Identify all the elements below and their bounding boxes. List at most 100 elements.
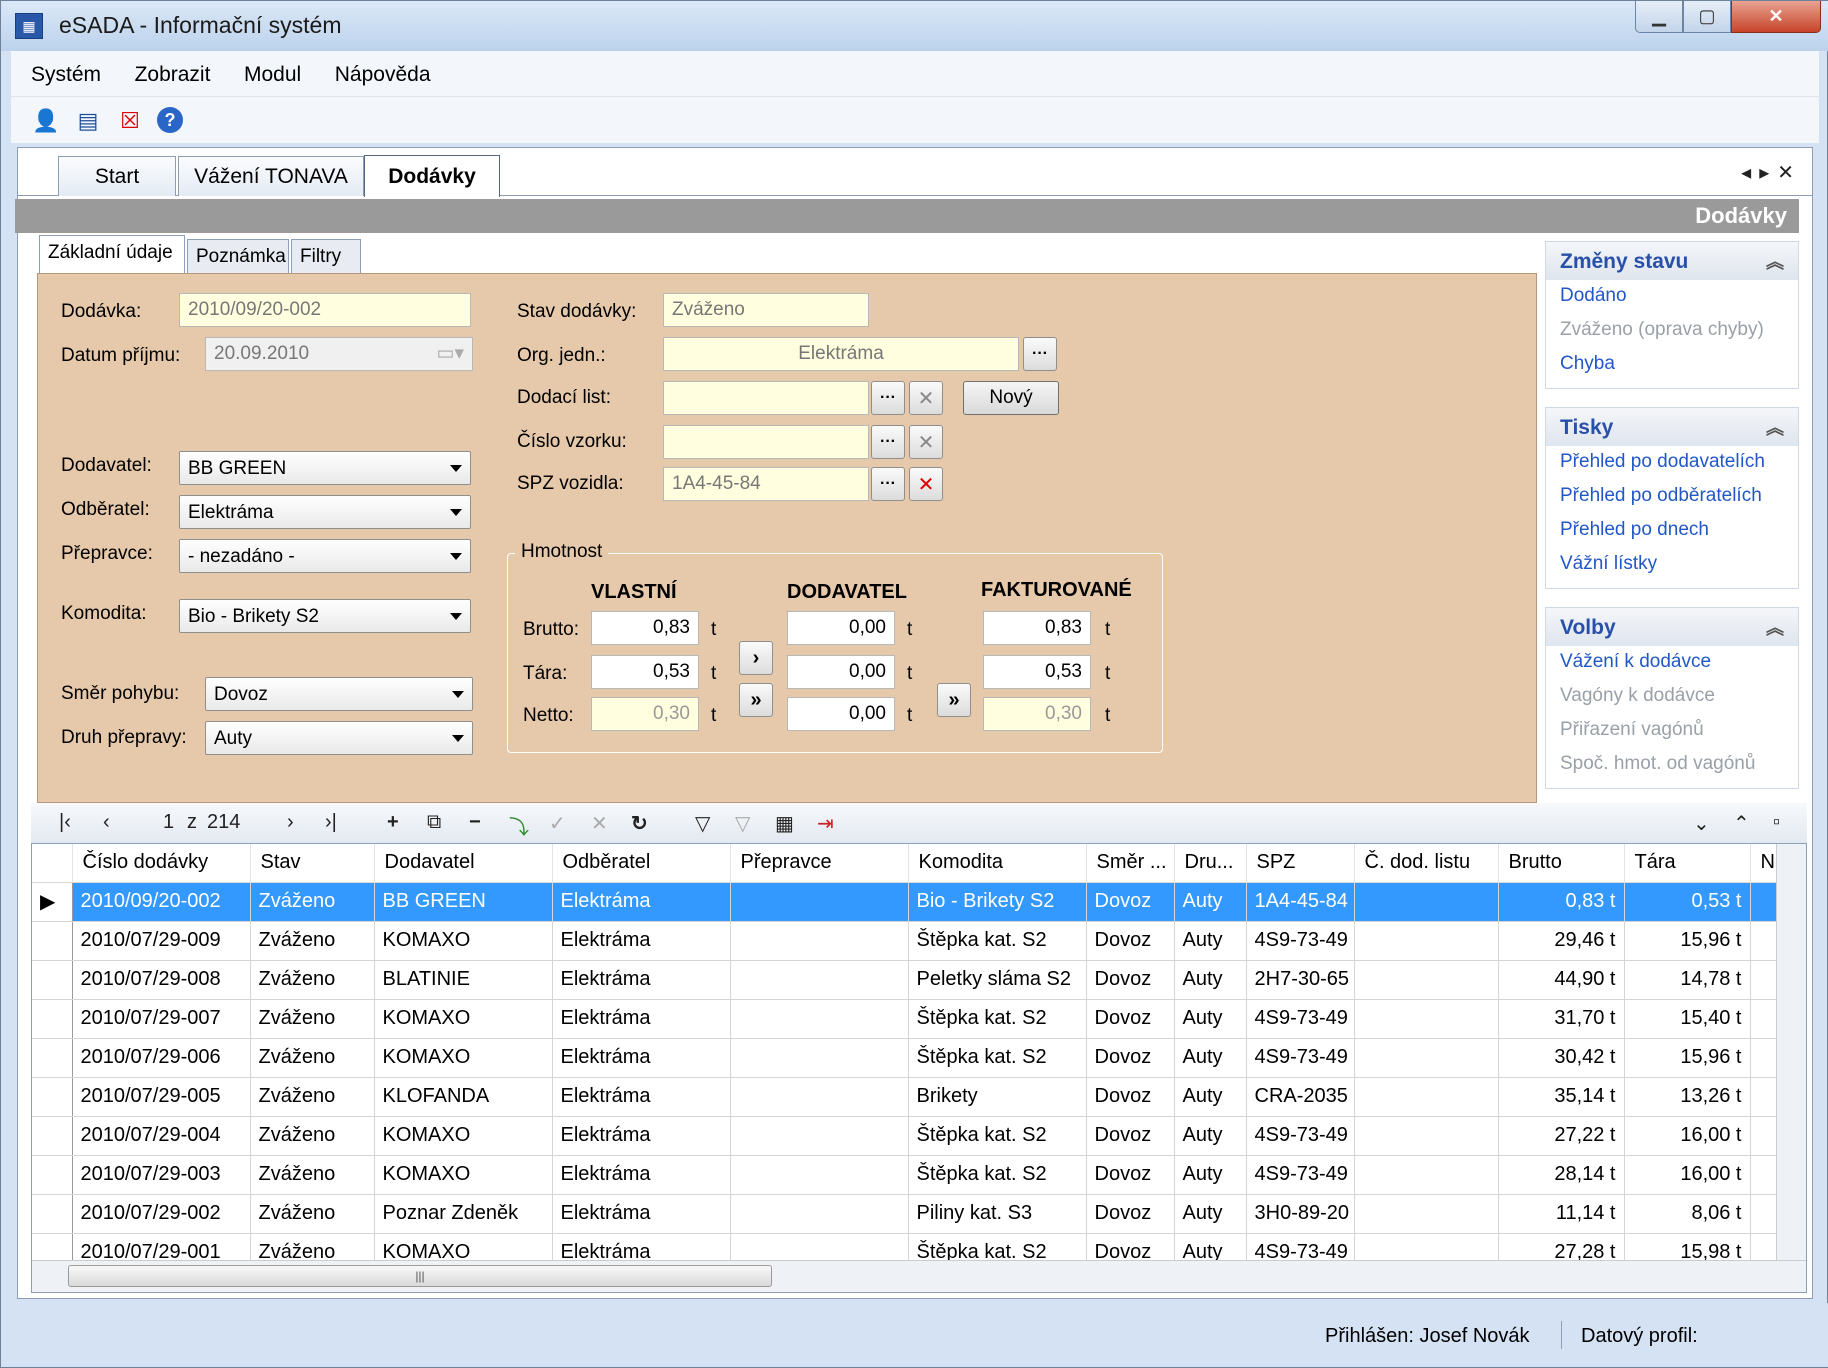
table-cell[interactable]: Peletky sláma S2 (908, 960, 1087, 1000)
action-chyba[interactable]: Chyba (1546, 348, 1798, 382)
table-cell[interactable]: 2010/07/29-009 (72, 921, 251, 961)
table-cell[interactable]: Zváženo (250, 1155, 375, 1195)
record-position[interactable]: 1 (163, 811, 174, 834)
table-row[interactable]: 2010/07/29-005 Zváženo KLOFANDA Elektráma Br… (32, 1077, 1777, 1117)
table-cell[interactable]: BLATINIE (374, 960, 553, 1000)
table-cell[interactable]: Auty (1174, 960, 1247, 1000)
table-cell[interactable]: 28,14 t (1498, 1155, 1625, 1195)
table-cell[interactable]: Zváženo (250, 882, 375, 922)
table-cell[interactable]: Zváženo (250, 921, 375, 961)
table-cell[interactable]: 4S9-73-49 (1246, 999, 1355, 1039)
table-cell[interactable]: KLOFANDA (374, 1077, 553, 1117)
scroll-thumb[interactable]: ||| (68, 1265, 772, 1287)
table-cell[interactable]: 16,00 t (1624, 1116, 1751, 1156)
dodavka-field[interactable]: 2010/09/20-002 (179, 293, 471, 327)
close-window-icon[interactable]: ☒ (115, 107, 145, 135)
copy-right-button[interactable]: › (739, 641, 773, 675)
table-cell[interactable]: Štěpka kat. S2 (908, 1116, 1087, 1156)
row-indicator[interactable] (32, 960, 73, 1000)
collapse-icon[interactable]: ︽ (1766, 614, 1784, 640)
table-cell[interactable]: 16,00 t (1624, 1155, 1751, 1195)
menu-system[interactable]: Systém (11, 51, 115, 87)
table-cell[interactable] (730, 960, 909, 1000)
row-indicator[interactable] (32, 1116, 73, 1156)
collapse-icon[interactable]: ︽ (1766, 248, 1784, 274)
table-cell[interactable] (1354, 1116, 1499, 1156)
table-cell[interactable] (730, 1038, 909, 1078)
vlastni-tara-field[interactable]: 0,53 (591, 655, 699, 689)
table-cell[interactable]: Auty (1174, 1038, 1247, 1078)
add-icon[interactable]: + (387, 811, 399, 834)
table-cell[interactable] (730, 1155, 909, 1195)
dodavatel-netto-field[interactable]: 0,00 (787, 697, 895, 731)
print-odberatele[interactable]: Přehled po odběratelích (1546, 480, 1798, 514)
table-cell[interactable]: Auty (1174, 1077, 1247, 1117)
vertical-scrollbar[interactable] (1776, 844, 1806, 1260)
action-dodano[interactable]: Dodáno (1546, 280, 1798, 314)
table-cell[interactable]: 2010/07/29-006 (72, 1038, 251, 1078)
druh-select[interactable]: Auty (205, 721, 473, 755)
spz-browse-button[interactable]: ··· (871, 467, 905, 501)
row-indicator[interactable]: ▶ (32, 882, 73, 922)
dodavatel-select[interactable]: BB GREEN (179, 451, 471, 485)
table-cell[interactable]: 27,22 t (1498, 1116, 1625, 1156)
table-cell[interactable] (1354, 1038, 1499, 1078)
table-cell[interactable] (1354, 960, 1499, 1000)
column-header[interactable]: Dru... (1174, 844, 1247, 883)
tab-vazeni-tonava[interactable]: Vážení TONAVA (178, 156, 364, 196)
table-cell[interactable]: KOMAXO (374, 999, 553, 1039)
table-cell[interactable]: 4S9-73-49 (1246, 921, 1355, 961)
dodavatel-tara-field[interactable]: 0,00 (787, 655, 895, 689)
table-cell[interactable]: 13,26 t (1624, 1077, 1751, 1117)
table-cell[interactable]: Zváženo (250, 1077, 375, 1117)
table-cell[interactable]: Auty (1174, 1194, 1247, 1234)
table-cell[interactable]: KOMAXO (374, 921, 553, 961)
add-green-icon[interactable]: ⤵ (509, 811, 529, 840)
vlastni-brutto-field[interactable]: 0,83 (591, 611, 699, 645)
restore-panel-icon[interactable]: ▫ (1773, 811, 1780, 834)
window-icon[interactable]: ▤ (73, 107, 103, 135)
table-cell[interactable] (730, 1116, 909, 1156)
prepravce-select[interactable]: - nezadáno - (179, 539, 471, 573)
last-record-icon[interactable]: ›| (325, 811, 337, 834)
print-dodavatele[interactable]: Přehled po dodavatelích (1546, 446, 1798, 480)
columns-icon[interactable]: ▦ (775, 811, 794, 836)
table-cell[interactable]: Elektráma (552, 882, 731, 922)
column-header[interactable]: Přepravce (730, 844, 909, 883)
row-indicator[interactable] (32, 1155, 73, 1195)
column-header[interactable]: Komodita (908, 844, 1087, 883)
column-header[interactable]: Stav (250, 844, 375, 883)
table-cell[interactable]: CRA-2035 (1246, 1077, 1355, 1117)
table-cell[interactable]: Elektráma (552, 1077, 731, 1117)
column-header[interactable]: Č. dod. listu (1354, 844, 1499, 883)
table-cell[interactable]: Elektráma (552, 921, 731, 961)
table-cell[interactable] (1354, 1155, 1499, 1195)
table-cell[interactable]: Dovoz (1086, 1116, 1175, 1156)
menu-modul[interactable]: Modul (230, 51, 315, 87)
table-cell[interactable]: Auty (1174, 999, 1247, 1039)
table-cell[interactable] (1354, 1194, 1499, 1234)
table-cell[interactable]: Štěpka kat. S2 (908, 921, 1087, 961)
table-cell[interactable]: Auty (1174, 1116, 1247, 1156)
table-cell[interactable] (730, 1077, 909, 1117)
table-cell[interactable]: 4S9-73-49 (1246, 1155, 1355, 1195)
copy-to-invoice-button[interactable]: » (937, 683, 971, 717)
column-header[interactable]: Tára (1624, 844, 1751, 883)
prev-record-icon[interactable]: ‹ (103, 811, 110, 834)
user-lock-icon[interactable]: 👤 (31, 107, 61, 135)
table-cell[interactable]: 44,90 t (1498, 960, 1625, 1000)
first-record-icon[interactable]: |‹ (59, 811, 71, 834)
table-cell[interactable]: Elektráma (552, 999, 731, 1039)
table-cell[interactable]: Brikety (908, 1077, 1087, 1117)
close-button[interactable]: ✕ (1731, 1, 1821, 33)
table-cell[interactable] (730, 1194, 909, 1234)
menu-napoveda[interactable]: Nápověda (321, 51, 445, 87)
expand-down-icon[interactable]: ⌄ (1693, 811, 1710, 836)
table-cell[interactable]: 2010/07/29-008 (72, 960, 251, 1000)
spz-field[interactable]: 1A4-45-84 (663, 467, 869, 501)
table-cell[interactable]: KOMAXO (374, 1038, 553, 1078)
fakturovane-tara-field[interactable]: 0,53 (983, 655, 1091, 689)
vzorek-clear-button[interactable]: ✕ (909, 425, 943, 459)
table-cell[interactable]: 8,06 t (1624, 1194, 1751, 1234)
tab-poznamka[interactable]: Poznámka (187, 239, 289, 273)
